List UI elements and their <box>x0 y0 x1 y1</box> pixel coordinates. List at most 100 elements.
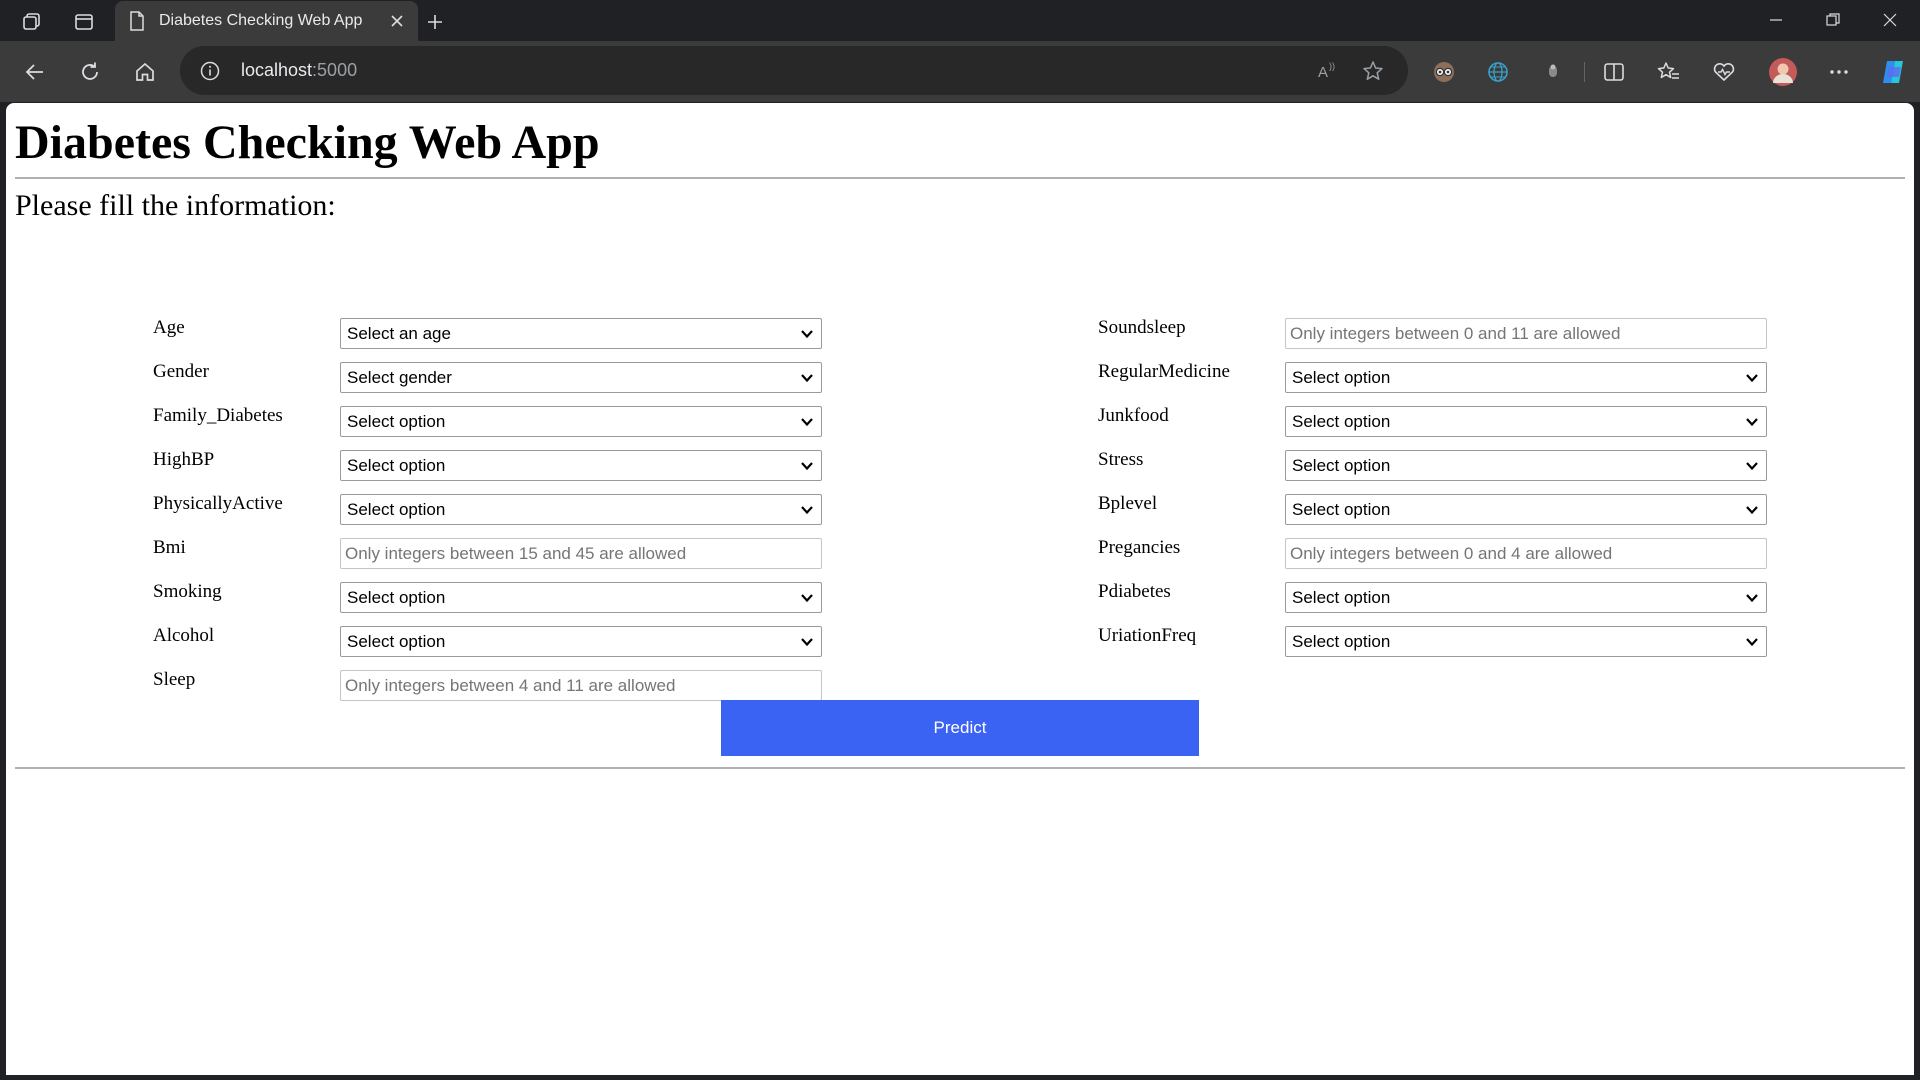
select-highbp[interactable]: Select option <box>340 450 822 481</box>
refresh-button[interactable] <box>72 54 108 90</box>
chevron-down-icon <box>1746 374 1758 383</box>
select-value: Select gender <box>347 368 452 387</box>
input-placeholder: Only integers between 0 and 11 are allow… <box>1290 324 1621 343</box>
select-family-diabetes[interactable]: Select option <box>340 406 822 437</box>
favorites-icon[interactable] <box>1651 54 1687 90</box>
input-pregancies[interactable]: Only integers between 0 and 4 are allowe… <box>1285 538 1767 569</box>
select-value: Select option <box>347 632 446 651</box>
select-value: Select option <box>1292 456 1391 475</box>
close-tab-icon[interactable] <box>386 10 408 32</box>
bottom-divider <box>15 767 1905 769</box>
select-value: Select option <box>1292 368 1391 387</box>
chevron-down-icon <box>1746 506 1758 515</box>
browser-toolbar: localhost:5000 A)) <box>0 41 1920 102</box>
label-highbp: HighBP <box>153 449 215 470</box>
input-sleep[interactable]: Only integers between 4 and 11 are allow… <box>340 670 822 701</box>
select-value: Select option <box>347 500 446 519</box>
label-gender: Gender <box>153 361 209 382</box>
home-button[interactable] <box>127 54 163 90</box>
label-bmi: Bmi <box>153 537 186 558</box>
select-alcohol[interactable]: Select option <box>340 626 822 657</box>
browser-titlebar: Diabetes Checking Web App <box>0 0 1920 41</box>
site-info-icon[interactable] <box>198 59 222 83</box>
active-tab[interactable]: Diabetes Checking Web App <box>115 1 418 41</box>
chevron-down-icon <box>1746 462 1758 471</box>
label-pdiabetes: Pdiabetes <box>1098 581 1171 602</box>
chevron-down-icon <box>801 638 813 647</box>
chevron-down-icon <box>1746 418 1758 427</box>
label-physicallyactive: PhysicallyActive <box>153 493 283 514</box>
workspaces-icon[interactable] <box>18 8 46 36</box>
select-uriationfreq[interactable]: Select option <box>1285 626 1767 657</box>
select-age[interactable]: Select an age <box>340 318 822 349</box>
label-bplevel: Bplevel <box>1098 493 1158 514</box>
label-uriationfreq: UriationFreq <box>1098 625 1197 646</box>
tab-title: Diabetes Checking Web App <box>159 12 363 29</box>
select-value: Select option <box>347 412 446 431</box>
label-sleep: Sleep <box>153 669 196 690</box>
url-host: localhost <box>241 60 313 80</box>
back-button[interactable] <box>17 54 53 90</box>
label-pregancies: Pregancies <box>1098 537 1181 558</box>
form-subtitle: Please fill the information: <box>15 189 336 222</box>
chevron-down-icon <box>1746 638 1758 647</box>
top-divider <box>15 177 1905 179</box>
split-screen-icon[interactable] <box>1596 54 1632 90</box>
select-bplevel[interactable]: Select option <box>1285 494 1767 525</box>
copilot-icon[interactable] <box>1875 54 1911 90</box>
select-value: Select option <box>1292 500 1391 519</box>
restore-button[interactable] <box>1805 0 1861 40</box>
label-family-diabetes: Family_Diabetes <box>153 405 283 426</box>
select-value: Select option <box>347 456 446 475</box>
chevron-down-icon <box>801 506 813 515</box>
extension-glasses-icon[interactable] <box>1426 54 1462 90</box>
predict-button[interactable]: Predict <box>721 700 1199 756</box>
select-gender[interactable]: Select gender <box>340 362 822 393</box>
page-icon <box>128 11 146 36</box>
chevron-down-icon <box>1746 594 1758 603</box>
label-smoking: Smoking <box>153 581 222 602</box>
select-value: Select option <box>1292 632 1391 651</box>
svg-text:)): )) <box>1329 61 1335 71</box>
chevron-down-icon <box>801 418 813 427</box>
diabetes-form-page: Diabetes Checking Web App Please fill th… <box>6 103 1914 1075</box>
select-pdiabetes[interactable]: Select option <box>1285 582 1767 613</box>
label-age: Age <box>153 317 185 338</box>
url-port: :5000 <box>312 60 358 80</box>
chevron-down-icon <box>801 330 813 339</box>
select-stress[interactable]: Select option <box>1285 450 1767 481</box>
read-aloud-icon[interactable]: A)) <box>1314 58 1340 84</box>
profile-avatar-icon[interactable] <box>1765 54 1801 90</box>
back-arrow-icon <box>25 64 43 80</box>
label-soundsleep: Soundsleep <box>1098 317 1186 338</box>
extension-globe-icon[interactable] <box>1480 54 1516 90</box>
label-alcohol: Alcohol <box>153 625 215 646</box>
close-window-button[interactable] <box>1862 0 1918 40</box>
input-placeholder: Only integers between 15 and 45 are allo… <box>345 544 687 563</box>
more-options-icon[interactable] <box>1821 54 1857 90</box>
page-title: Diabetes Checking Web App <box>15 116 600 169</box>
select-physicallyactive[interactable]: Select option <box>340 494 822 525</box>
address-bar[interactable]: localhost:5000 A)) <box>180 46 1408 95</box>
select-regularmedicine[interactable]: Select option <box>1285 362 1767 393</box>
input-placeholder: Only integers between 0 and 4 are allowe… <box>1290 544 1613 563</box>
favorite-star-icon[interactable] <box>1360 58 1386 84</box>
toolbar-separator <box>1584 62 1585 82</box>
new-tab-button[interactable] <box>420 7 450 37</box>
chevron-down-icon <box>801 462 813 471</box>
input-placeholder: Only integers between 4 and 11 are allow… <box>345 676 676 695</box>
input-soundsleep[interactable]: Only integers between 0 and 11 are allow… <box>1285 318 1767 349</box>
extension-pin-icon[interactable] <box>1535 54 1571 90</box>
chevron-down-icon <box>801 374 813 383</box>
input-bmi[interactable]: Only integers between 15 and 45 are allo… <box>340 538 822 569</box>
url-text[interactable]: localhost:5000 <box>241 60 357 81</box>
browser-essentials-icon[interactable] <box>1706 54 1742 90</box>
select-value: Select an age <box>347 324 451 343</box>
select-value: Select option <box>347 588 446 607</box>
select-smoking[interactable]: Select option <box>340 582 822 613</box>
select-junkfood[interactable]: Select option <box>1285 406 1767 437</box>
minimize-button[interactable] <box>1748 0 1804 40</box>
select-value: Select option <box>1292 412 1391 431</box>
tab-actions-icon[interactable] <box>70 8 98 36</box>
page-viewport: Diabetes Checking Web App Please fill th… <box>6 103 1914 1075</box>
